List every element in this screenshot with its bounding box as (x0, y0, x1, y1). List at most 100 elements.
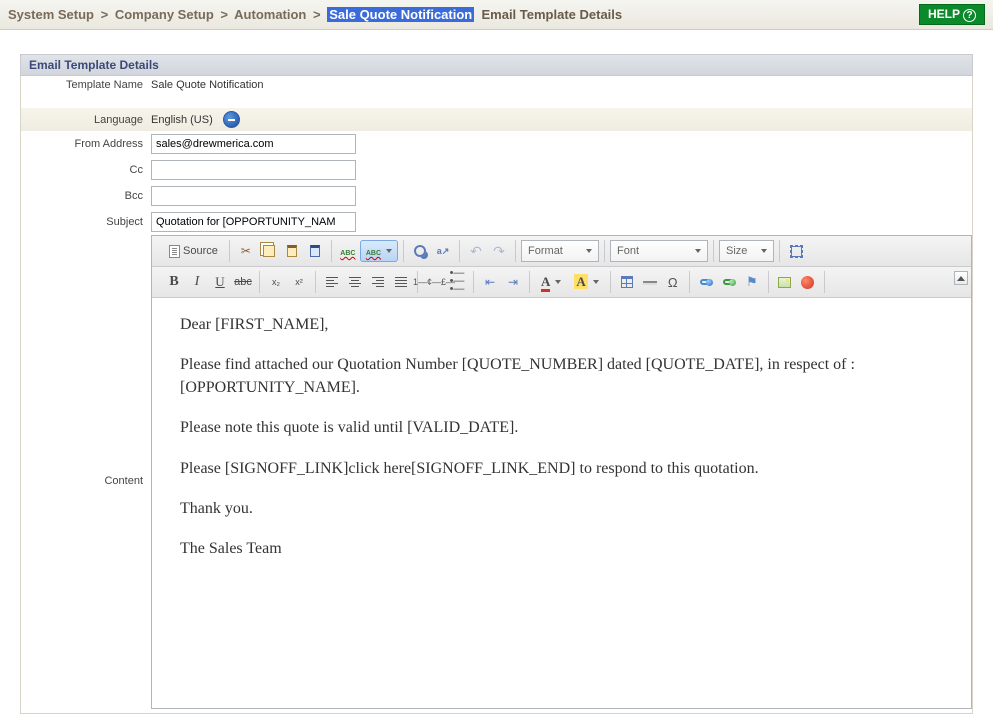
paste-word-icon (310, 245, 320, 257)
breadcrumb-sep: > (98, 7, 112, 22)
bold-button[interactable]: B (163, 271, 185, 293)
bg-color-button[interactable] (568, 271, 604, 293)
numbered-list-button[interactable] (423, 271, 445, 293)
bg-color-icon (574, 274, 587, 290)
image-icon (778, 277, 791, 288)
chevron-down-icon (555, 280, 561, 284)
editor-paragraph: The Sales Team (180, 538, 943, 560)
chevron-down-icon (761, 249, 767, 253)
maximize-button[interactable] (785, 240, 807, 262)
spellcheck-button[interactable] (337, 240, 359, 262)
image-button[interactable] (774, 271, 796, 293)
about-button[interactable] (797, 271, 819, 293)
undo-icon (470, 243, 482, 260)
copy-button[interactable] (258, 240, 280, 262)
subscript-button[interactable]: x₂ (265, 271, 287, 293)
superscript-button[interactable]: x² (288, 271, 310, 293)
replace-button[interactable] (432, 240, 454, 262)
cut-button[interactable] (235, 240, 257, 262)
collapse-toolbar-button[interactable] (954, 271, 968, 285)
hr-icon (643, 281, 657, 283)
breadcrumb-current[interactable]: Sale Quote Notification (327, 7, 474, 22)
chevron-down-icon (695, 249, 701, 253)
undo-button[interactable] (465, 240, 487, 262)
cut-icon (241, 244, 251, 258)
align-center-button[interactable] (344, 271, 366, 293)
align-right-icon (372, 277, 384, 288)
special-char-button[interactable] (662, 271, 684, 293)
template-name-value: Sale Quote Notification (151, 79, 264, 91)
align-justify-button[interactable] (390, 271, 412, 293)
text-color-button[interactable] (535, 271, 567, 293)
subject-label: Subject (21, 216, 151, 228)
editor-content[interactable]: Dear [FIRST_NAME], Please find attached … (152, 298, 971, 708)
font-select[interactable]: Font (610, 240, 708, 262)
breadcrumb-l3[interactable]: Automation (234, 7, 306, 22)
subject-input[interactable] (151, 212, 356, 232)
breadcrumb-sep: > (310, 7, 324, 22)
paste-button[interactable] (281, 240, 303, 262)
find-button[interactable] (409, 240, 431, 262)
table-button[interactable] (616, 271, 638, 293)
subscript-icon: x₂ (272, 277, 280, 287)
bold-icon: B (169, 274, 178, 290)
anchor-button[interactable] (741, 271, 763, 293)
strike-button[interactable]: abc (232, 271, 254, 293)
link-button[interactable] (695, 271, 717, 293)
redo-icon (493, 243, 505, 260)
align-right-button[interactable] (367, 271, 389, 293)
help-button[interactable]: HELP? (919, 4, 985, 25)
indent-button[interactable] (502, 271, 524, 293)
align-left-icon (326, 277, 338, 288)
remove-language-icon[interactable] (223, 111, 240, 128)
align-left-button[interactable] (321, 271, 343, 293)
redo-button[interactable] (488, 240, 510, 262)
size-label: Size (726, 245, 747, 257)
align-center-icon (349, 277, 361, 288)
size-select[interactable]: Size (719, 240, 774, 262)
bullet-list-button[interactable] (446, 271, 468, 293)
font-label: Font (617, 245, 639, 257)
replace-icon (437, 246, 450, 257)
paste-word-button[interactable] (304, 240, 326, 262)
italic-button[interactable]: I (186, 271, 208, 293)
format-select[interactable]: Format (521, 240, 599, 262)
spellcheck-as-type-button[interactable] (360, 240, 398, 262)
chevron-down-icon (593, 280, 599, 284)
breadcrumb-tail: Email Template Details (478, 7, 622, 22)
text-color-icon (541, 274, 550, 290)
help-icon: ? (963, 9, 976, 22)
help-label: HELP (928, 7, 960, 21)
editor-paragraph: Please [SIGNOFF_LINK]click here[SIGNOFF_… (180, 458, 943, 480)
hr-button[interactable] (639, 271, 661, 293)
anchor-icon (746, 274, 758, 290)
breadcrumb-root[interactable]: System Setup (8, 7, 94, 22)
page-body: Email Template Details Template Name Sal… (0, 30, 993, 722)
special-char-icon (668, 275, 678, 290)
outdent-button[interactable] (479, 271, 501, 293)
spellcheck-icon (366, 244, 381, 258)
template-name-label: Template Name (21, 79, 151, 91)
underline-button[interactable]: U (209, 271, 231, 293)
editor: Source (151, 235, 972, 709)
source-icon (169, 245, 180, 258)
bcc-input[interactable] (151, 186, 356, 206)
format-label: Format (528, 245, 563, 257)
italic-icon: I (195, 274, 200, 290)
paste-icon (287, 245, 297, 257)
unlink-button[interactable] (718, 271, 740, 293)
breadcrumb-l2[interactable]: Company Setup (115, 7, 214, 22)
cc-input[interactable] (151, 160, 356, 180)
breadcrumb-sep: > (217, 7, 231, 22)
from-input[interactable] (151, 134, 356, 154)
from-label: From Address (21, 138, 151, 150)
editor-paragraph: Thank you. (180, 498, 943, 520)
source-button[interactable]: Source (163, 240, 224, 262)
language-zone: Language English (US) (20, 108, 973, 131)
bullet-list-icon (450, 270, 465, 293)
cc-label: Cc (21, 164, 151, 176)
editor-toolbar-row1: Source (152, 236, 971, 267)
template-name-row: Template Name Sale Quote Notification (20, 76, 973, 94)
unlink-icon (723, 279, 735, 285)
bcc-label: Bcc (21, 190, 151, 202)
